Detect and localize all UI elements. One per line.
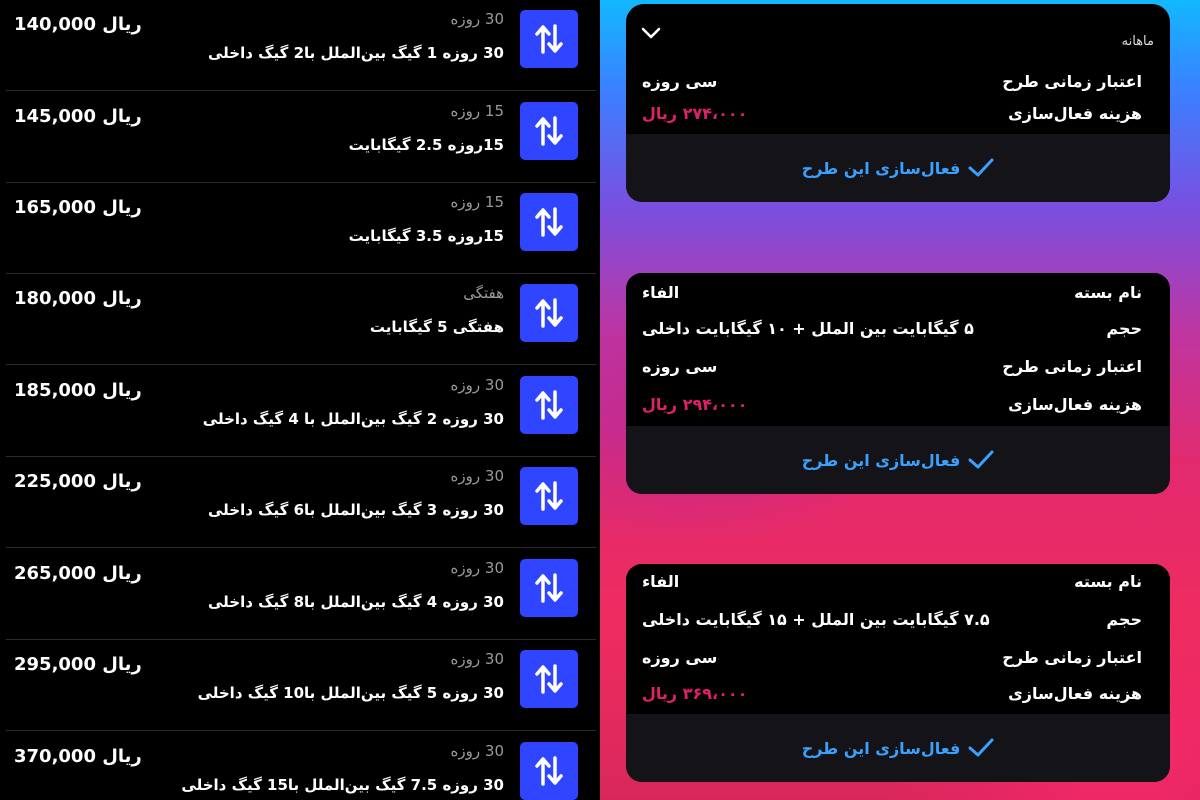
cost-label: هزینه فعال‌سازی [1008, 684, 1142, 703]
volume-value: ۵ گیگابایت بین الملل + ۱۰ گیگابایت داخلی [642, 319, 974, 338]
activate-plan-button[interactable]: فعال‌سازی این طرح [802, 158, 995, 178]
activate-plan-button[interactable]: فعال‌سازی این طرح [802, 738, 995, 758]
activate-plan-button[interactable]: فعال‌سازی این طرح [802, 450, 995, 470]
package-price: 295,000 ریال [14, 654, 142, 675]
package-row[interactable]: 15 روزه 15روزه 2.5 گیگابایت 145,000 ریال [6, 92, 596, 183]
validity-label: اعتبار زمانی طرح [1002, 72, 1142, 91]
package-duration: 30 روزه [450, 10, 504, 28]
package-name-label: نام بسته [1074, 572, 1142, 591]
swap-vertical-arrows-icon[interactable] [520, 467, 578, 525]
package-row[interactable]: 15 روزه 15روزه 3.5 گیگابایت 165,000 ریال [6, 183, 596, 274]
package-title: 30 روزه 5 گیگ بین‌الملل با10 گیگ داخلی [197, 684, 504, 702]
cost-value: ۲۷۴،۰۰۰ ریال [642, 104, 748, 123]
package-list: 30 روزه 30 روزه 1 گیگ بین‌الملل با2 گیگ … [0, 0, 600, 800]
package-price: 140,000 ریال [14, 14, 142, 35]
cost-label: هزینه فعال‌سازی [1008, 395, 1142, 414]
period-select-value: ماهانه [1121, 34, 1154, 49]
checkmark-icon [968, 450, 994, 469]
validity-label: اعتبار زمانی طرح [1002, 357, 1142, 376]
chevron-down-icon [641, 27, 661, 39]
validity-value: سی روزه [642, 648, 718, 667]
package-duration: 30 روزه [450, 376, 504, 394]
package-name-value: الفاء [642, 283, 680, 302]
package-title: 30 روزه 4 گیگ بین‌الملل با8 گیگ داخلی [208, 593, 504, 611]
swap-vertical-arrows-icon[interactable] [520, 650, 578, 708]
package-row[interactable]: 30 روزه 30 روزه 1 گیگ بین‌الملل با2 گیگ … [6, 0, 596, 91]
cost-value: ۳۶۹،۰۰۰ ریال [642, 684, 748, 703]
package-row[interactable]: 30 روزه 30 روزه 7.5 گیگ بین‌الملل با15 گ… [6, 732, 596, 800]
cost-label: هزینه فعال‌سازی [1008, 104, 1142, 123]
package-name-value: الفاء [642, 572, 680, 591]
package-price: 145,000 ریال [14, 106, 142, 127]
package-duration: هفتگی [463, 284, 504, 302]
package-price: 180,000 ریال [14, 288, 142, 309]
plan-footer: فعال‌سازی این طرح [626, 426, 1170, 494]
package-row[interactable]: 30 روزه 30 روزه 5 گیگ بین‌الملل با10 گیگ… [6, 640, 596, 731]
package-name-label: نام بسته [1074, 283, 1142, 302]
package-row[interactable]: هفتگی هفتگی 5 گیگابایت 180,000 ریال [6, 274, 596, 365]
package-duration: 30 روزه [450, 559, 504, 577]
volume-label: حجم [1106, 319, 1142, 338]
package-title: 15روزه 2.5 گیگابایت [348, 136, 504, 154]
swap-vertical-arrows-icon[interactable] [520, 284, 578, 342]
activate-plan-label: فعال‌سازی این طرح [801, 450, 961, 470]
plan-footer: فعال‌سازی این طرح [626, 714, 1170, 782]
swap-vertical-arrows-icon[interactable] [520, 559, 578, 617]
package-row[interactable]: 30 روزه 30 روزه 3 گیگ بین‌الملل با6 گیگ … [6, 457, 596, 548]
package-duration: 30 روزه [450, 650, 504, 668]
package-title: 30 روزه 3 گیگ بین‌الملل با6 گیگ داخلی [208, 501, 504, 519]
package-title: 15روزه 3.5 گیگابایت [348, 227, 504, 245]
validity-value: سی روزه [642, 72, 718, 91]
package-price: 225,000 ریال [14, 471, 142, 492]
checkmark-icon [968, 738, 994, 757]
package-title: هفتگی 5 گیگابایت [369, 318, 504, 336]
swap-vertical-arrows-icon[interactable] [520, 102, 578, 160]
package-title: 30 روزه 7.5 گیگ بین‌الملل با15 گیگ داخلی [181, 776, 504, 794]
checkmark-icon [968, 158, 994, 177]
cost-value: ۲۹۴،۰۰۰ ریال [642, 395, 748, 414]
plan-footer: فعال‌سازی این طرح [626, 134, 1170, 202]
plan-card: نام بسته الفاء حجم ۷.۵ گیگابایت بین المل… [626, 564, 1170, 782]
package-title: 30 روزه 1 گیگ بین‌الملل با2 گیگ داخلی [208, 44, 504, 62]
package-duration: 30 روزه [450, 467, 504, 485]
package-duration: 15 روزه [450, 193, 504, 211]
package-row[interactable]: 30 روزه 30 روزه 2 گیگ بین‌الملل با 4 گیگ… [6, 366, 596, 457]
swap-vertical-arrows-icon[interactable] [520, 10, 578, 68]
volume-value: ۷.۵ گیگابایت بین الملل + ۱۵ گیگابایت داخ… [642, 610, 990, 629]
swap-vertical-arrows-icon[interactable] [520, 193, 578, 251]
validity-value: سی روزه [642, 357, 718, 376]
package-title: 30 روزه 2 گیگ بین‌الملل با 4 گیگ داخلی [202, 410, 504, 428]
package-duration: 30 روزه [450, 742, 504, 760]
validity-label: اعتبار زمانی طرح [1002, 648, 1142, 667]
package-price: 185,000 ریال [14, 380, 142, 401]
plan-card: نام بسته الفاء حجم ۵ گیگابایت بین الملل … [626, 273, 1170, 494]
activate-plan-label: فعال‌سازی این طرح [801, 158, 961, 178]
period-select[interactable]: ماهانه [626, 4, 1170, 72]
package-price: 265,000 ریال [14, 563, 142, 584]
package-row[interactable]: 30 روزه 30 روزه 4 گیگ بین‌الملل با8 گیگ … [6, 549, 596, 640]
activate-plan-label: فعال‌سازی این طرح [801, 738, 961, 758]
volume-label: حجم [1106, 610, 1142, 629]
plan-panel: اعتبار زمانی طرح سی روزه هزینه فعال‌سازی… [600, 0, 1200, 800]
swap-vertical-arrows-icon[interactable] [520, 742, 578, 800]
package-duration: 15 روزه [450, 102, 504, 120]
package-price: 370,000 ریال [14, 746, 142, 767]
swap-vertical-arrows-icon[interactable] [520, 376, 578, 434]
package-price: 165,000 ریال [14, 197, 142, 218]
